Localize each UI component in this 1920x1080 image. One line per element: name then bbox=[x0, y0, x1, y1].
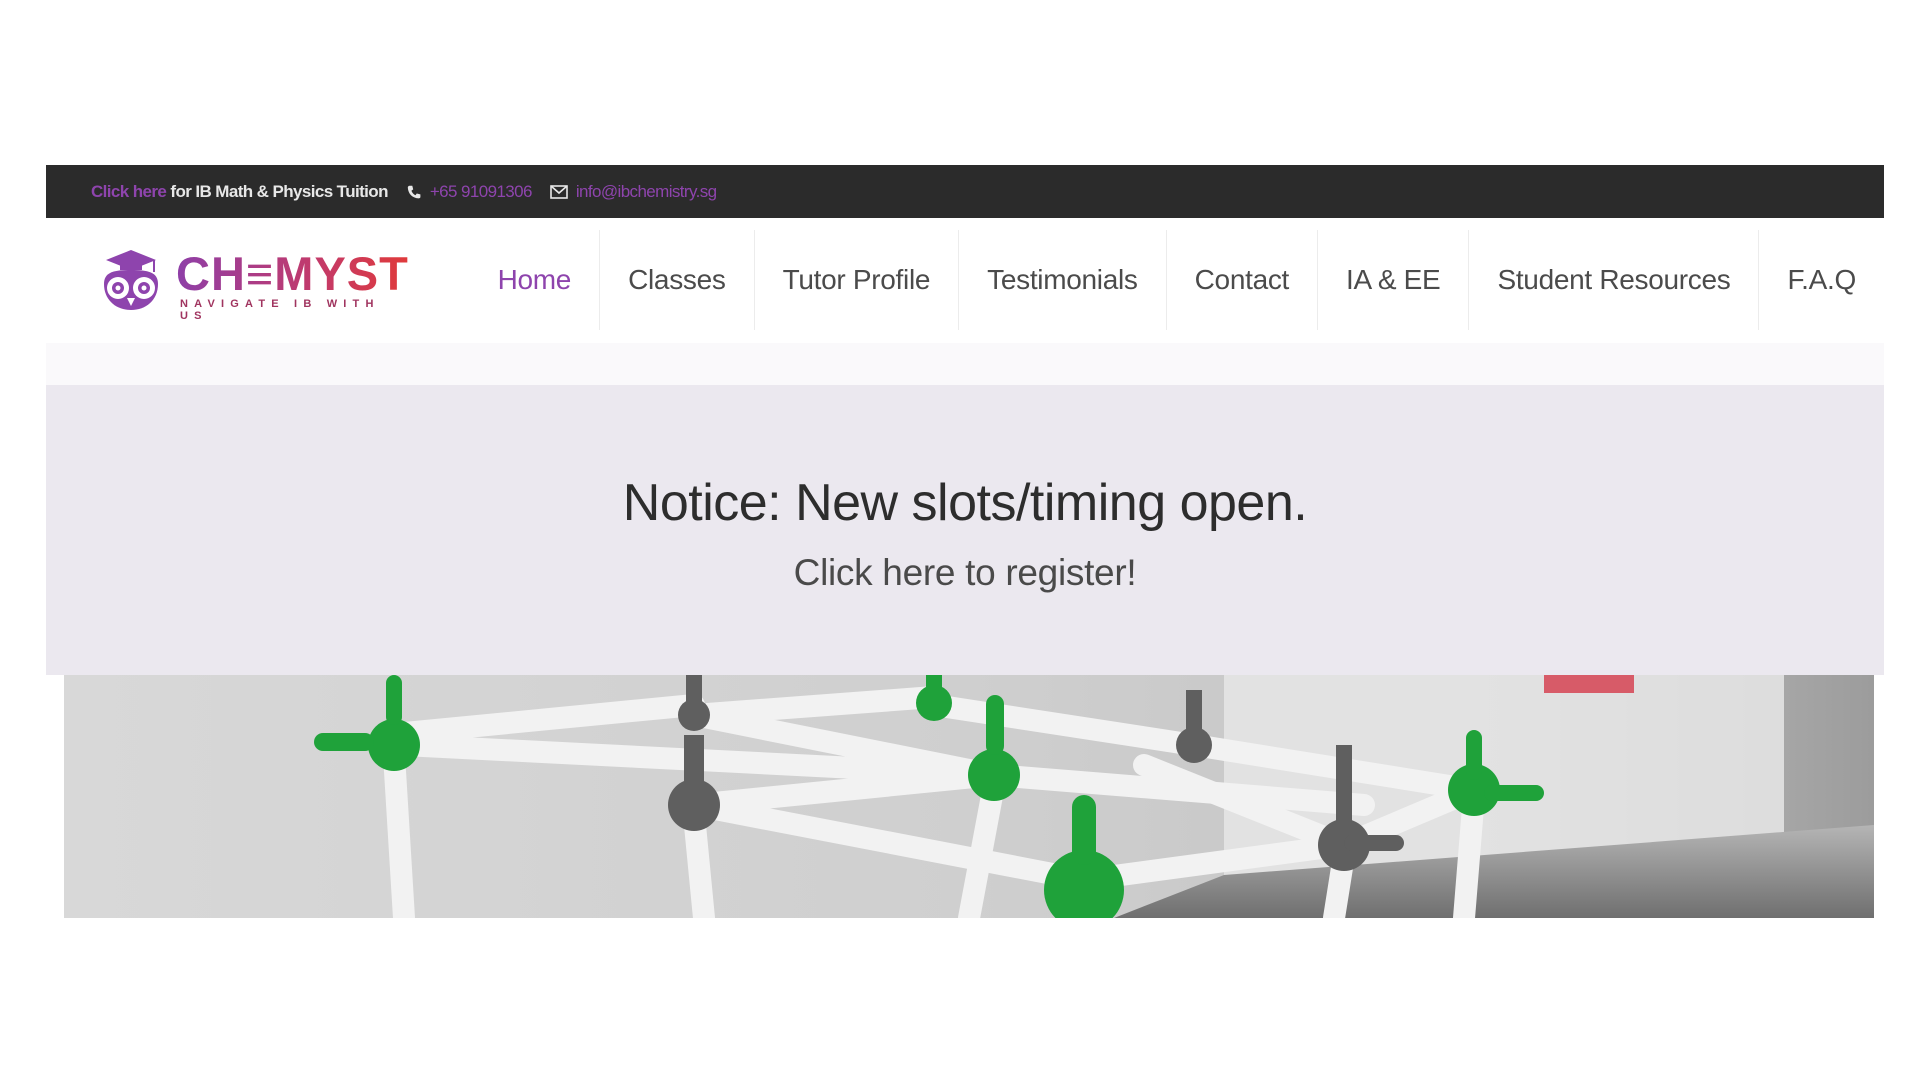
nav-item-faq[interactable]: F.A.Q bbox=[1758, 230, 1884, 330]
logo[interactable]: CH≡MYST NAVIGATE IB WITH US bbox=[98, 247, 409, 322]
site-wrapper: Click here for IB Math & Physics Tuition… bbox=[46, 165, 1884, 918]
header-divider-band bbox=[46, 343, 1884, 385]
mail-icon bbox=[550, 184, 568, 199]
phone-icon bbox=[407, 185, 421, 198]
hero-image bbox=[64, 675, 1874, 918]
promo: Click here for IB Math & Physics Tuition bbox=[91, 182, 388, 202]
molecular-model-photo bbox=[64, 675, 1874, 918]
nav-item-contact[interactable]: Contact bbox=[1165, 230, 1317, 330]
nav-item-student-resources[interactable]: Student Resources bbox=[1468, 230, 1758, 330]
logo-wordmark: CH≡MYST bbox=[176, 247, 409, 300]
nav-item-classes[interactable]: Classes bbox=[599, 230, 754, 330]
owl-graduation-cap-icon bbox=[104, 250, 158, 310]
email-contact[interactable]: info@ibchemistry.sg bbox=[550, 182, 717, 202]
math-physics-tuition-link[interactable]: Click here bbox=[91, 182, 167, 201]
site-header: CH≡MYST NAVIGATE IB WITH US Home Classes… bbox=[46, 218, 1884, 343]
email-address[interactable]: info@ibchemistry.sg bbox=[576, 182, 717, 202]
register-link[interactable]: Click here to register! bbox=[46, 552, 1884, 594]
phone-contact[interactable]: +65 91091306 bbox=[406, 182, 532, 202]
nav-item-ia-ee[interactable]: IA & EE bbox=[1317, 230, 1468, 330]
top-bar: Click here for IB Math & Physics Tuition… bbox=[46, 165, 1884, 218]
main-nav: Home Classes Tutor Profile Testimonials … bbox=[470, 230, 1884, 330]
nav-item-testimonials[interactable]: Testimonials bbox=[958, 230, 1165, 330]
notice-title: Notice: New slots/timing open. bbox=[622, 474, 1308, 532]
phone-number[interactable]: +65 91091306 bbox=[430, 182, 533, 202]
promo-text: for IB Math & Physics Tuition bbox=[166, 181, 388, 201]
notice-banner: Notice: New slots/timing open. Click her… bbox=[46, 385, 1884, 675]
logo-tagline: NAVIGATE IB WITH US bbox=[180, 298, 380, 322]
nav-item-tutor-profile[interactable]: Tutor Profile bbox=[753, 230, 959, 330]
nav-item-home[interactable]: Home bbox=[470, 230, 600, 330]
